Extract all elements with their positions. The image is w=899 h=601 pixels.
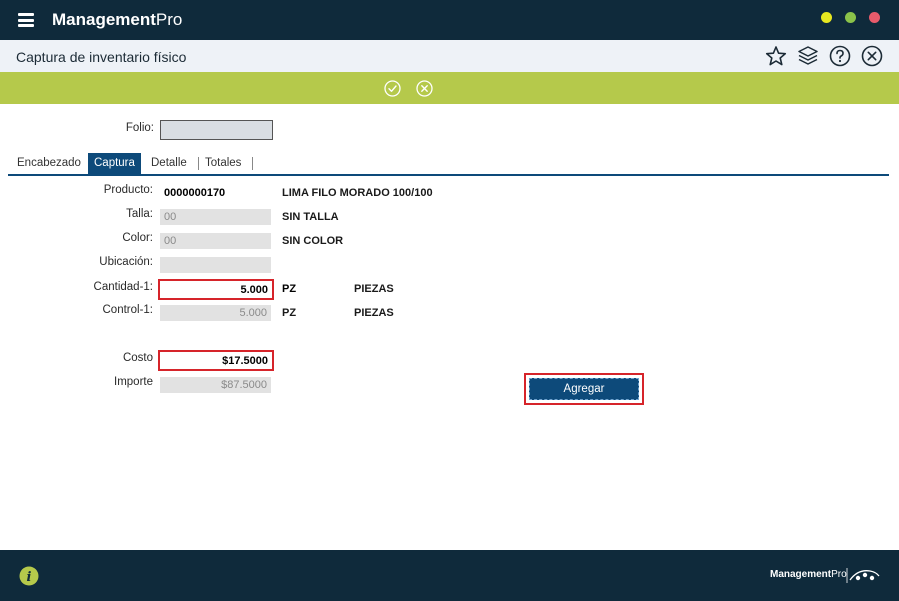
cancel-icon[interactable] bbox=[416, 80, 433, 97]
tab-encabezado[interactable]: Encabezado bbox=[11, 153, 87, 174]
producto-description: LIMA FILO MORADO 100/100 bbox=[282, 187, 433, 199]
close-icon[interactable] bbox=[861, 45, 883, 67]
maximize-button[interactable] bbox=[845, 12, 856, 23]
color-description: SIN COLOR bbox=[282, 235, 344, 247]
brand-mark-icon bbox=[846, 568, 880, 583]
info-icon[interactable]: i bbox=[19, 566, 39, 586]
cantidad-input[interactable]: 5.000 bbox=[158, 279, 274, 300]
app-window: ManagementPro Captura de inventario físi… bbox=[0, 0, 899, 601]
confirm-icon[interactable] bbox=[384, 80, 401, 97]
brand-logo: ManagementPro bbox=[52, 10, 183, 29]
color-label: Color: bbox=[122, 232, 153, 244]
control-input[interactable]: 5.000 bbox=[160, 305, 271, 321]
folio-label: Folio: bbox=[125, 122, 154, 134]
top-bar: ManagementPro bbox=[0, 0, 899, 40]
close-window-button[interactable] bbox=[869, 12, 880, 23]
ubicacion-label: Ubicación: bbox=[99, 256, 153, 268]
star-icon[interactable] bbox=[765, 45, 787, 67]
cantidad-unit-description: PIEZAS bbox=[354, 283, 394, 295]
control-label: Control-1: bbox=[102, 304, 154, 316]
action-bar bbox=[0, 72, 899, 104]
cantidad-label: Cantidad-1: bbox=[93, 281, 153, 293]
producto-input[interactable]: 0000000170 bbox=[160, 185, 271, 201]
costo-input[interactable]: $17.5000 bbox=[158, 350, 274, 371]
svg-text:i: i bbox=[27, 570, 32, 585]
talla-input[interactable]: 00 bbox=[160, 209, 271, 225]
importe-label: Importe bbox=[114, 376, 153, 388]
talla-description: SIN TALLA bbox=[282, 211, 339, 223]
importe-input[interactable]: $87.5000 bbox=[160, 377, 271, 393]
footer-bar: i ManagementPro bbox=[0, 550, 899, 601]
tab-detalle[interactable]: Detalle bbox=[145, 153, 193, 174]
help-icon[interactable] bbox=[829, 45, 851, 67]
color-input[interactable]: 00 bbox=[160, 233, 271, 249]
costo-label: Costo bbox=[122, 352, 153, 364]
menu-icon[interactable] bbox=[18, 13, 34, 27]
layers-icon[interactable] bbox=[797, 45, 819, 67]
tab-captura[interactable]: Captura bbox=[88, 153, 141, 174]
folio-field[interactable] bbox=[160, 120, 273, 140]
page-title: Captura de inventario físico bbox=[16, 49, 187, 65]
cantidad-unit-input[interactable]: PZ bbox=[278, 281, 342, 297]
agregar-button[interactable]: Agregar bbox=[529, 378, 639, 400]
tab-totales[interactable]: Totales bbox=[199, 153, 247, 174]
title-bar: Captura de inventario físico bbox=[0, 40, 899, 72]
tab-separator bbox=[252, 157, 253, 170]
tab-underline bbox=[8, 174, 889, 176]
agregar-highlight: Agregar bbox=[524, 373, 644, 405]
talla-label: Talla: bbox=[126, 208, 153, 220]
ubicacion-input[interactable] bbox=[160, 257, 271, 273]
form-content: Folio: Encabezado Captura Detalle Totale… bbox=[0, 104, 899, 550]
producto-label: Producto: bbox=[103, 184, 153, 196]
footer-brand: ManagementPro bbox=[770, 569, 847, 580]
control-unit-description: PIEZAS bbox=[354, 307, 394, 319]
control-unit: PZ bbox=[282, 307, 297, 319]
minimize-button[interactable] bbox=[821, 12, 832, 23]
